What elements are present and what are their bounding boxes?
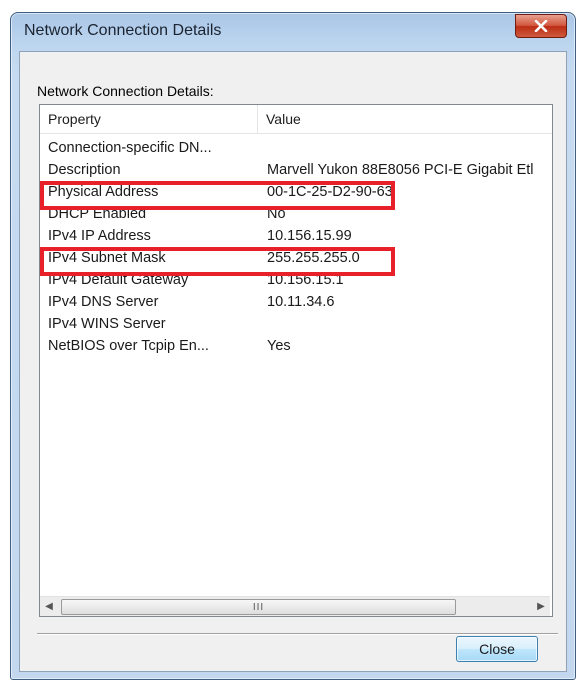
row-property: IPv4 DNS Server [48, 294, 159, 310]
row-property: NetBIOS over Tcpip En... [48, 338, 209, 354]
dialog-window: Network Connection Details Network Conne… [10, 12, 576, 680]
row-property: Description [48, 162, 121, 178]
column-header-property[interactable]: Property [40, 105, 258, 133]
row-value: Yes [267, 338, 291, 354]
window-title: Network Connection Details [24, 22, 222, 39]
list-row[interactable]: IPv4 IP Address 10.156.15.99 [40, 226, 552, 248]
highlight-box-physical-address [40, 181, 395, 210]
list-row[interactable]: IPv4 WINS Server [40, 314, 552, 336]
scroll-left-icon[interactable]: ◀ [40, 597, 58, 616]
horizontal-scrollbar[interactable]: ◀ III ▶ [40, 596, 550, 616]
thumb-grip-icon: III [252, 601, 265, 613]
list-row[interactable]: Connection-specific DN... [40, 138, 552, 160]
row-property: IPv4 WINS Server [48, 316, 166, 332]
row-value: 10.11.34.6 [267, 294, 335, 310]
column-header-value[interactable]: Value [258, 105, 552, 133]
separator-line [37, 633, 558, 635]
scroll-right-icon[interactable]: ▶ [532, 597, 550, 616]
row-value: 10.156.15.99 [267, 228, 352, 244]
highlight-box-ipv4-address [40, 247, 395, 276]
list-header: Property Value [40, 105, 552, 134]
close-x-glyph [534, 20, 548, 32]
details-list[interactable]: Property Value Connection-specific DN...… [39, 104, 553, 617]
group-label: Network Connection Details: [37, 83, 214, 99]
list-row[interactable]: IPv4 DNS Server 10.11.34.6 [40, 292, 552, 314]
row-property: IPv4 IP Address [48, 228, 151, 244]
list-row[interactable]: Description Marvell Yukon 88E8056 PCI-E … [40, 160, 552, 182]
list-row[interactable]: NetBIOS over Tcpip En... Yes [40, 336, 552, 358]
close-icon[interactable] [515, 14, 567, 38]
title-bar[interactable]: Network Connection Details [11, 13, 575, 51]
dialog-body: Network Connection Details: Property Val… [19, 51, 567, 672]
scrollbar-thumb[interactable]: III [61, 599, 456, 615]
close-button[interactable]: Close [456, 636, 538, 662]
row-value: Marvell Yukon 88E8056 PCI-E Gigabit Etl [267, 162, 534, 178]
row-property: Connection-specific DN... [48, 140, 212, 156]
